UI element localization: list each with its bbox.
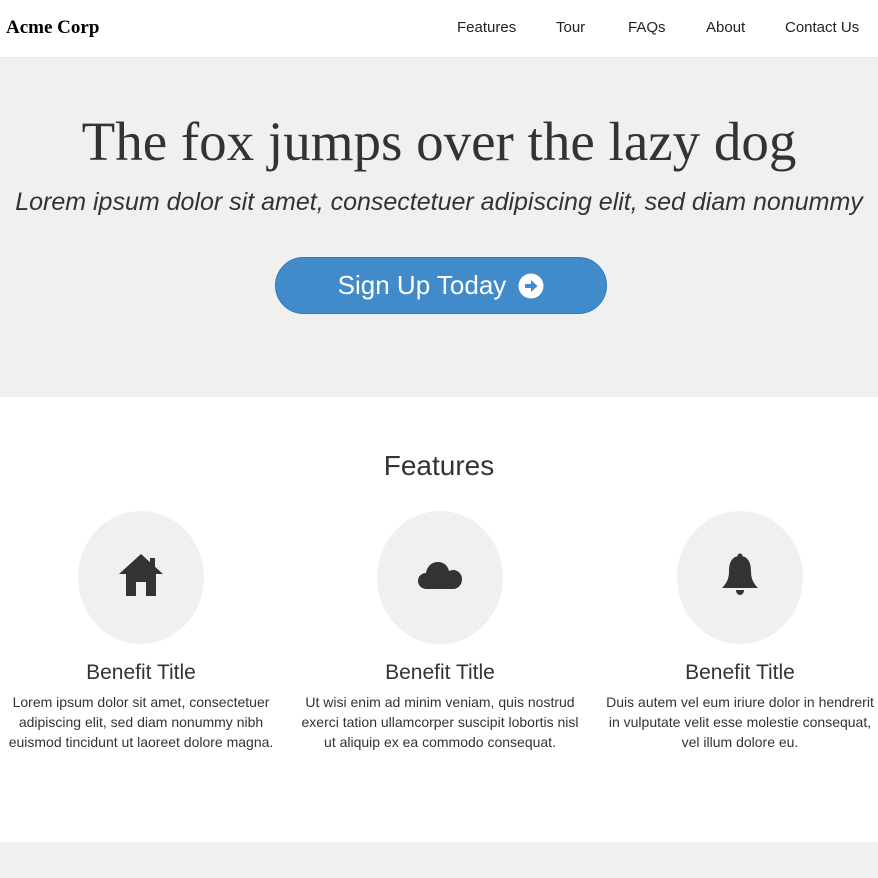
hero-title: The fox jumps over the lazy dog — [81, 111, 797, 172]
brand-logo-link[interactable]: Acme Corp — [6, 17, 99, 39]
hero-subtitle: Lorem ipsum dolor sit amet, consectetuer… — [15, 188, 863, 216]
feature-card-cloud: Benefit Title Ut wisi enim ad minim veni… — [295, 511, 585, 752]
features-heading: Features — [383, 450, 495, 481]
feature-card-home: Benefit Title Lorem ipsum dolor sit amet… — [0, 511, 286, 752]
home-icon — [117, 552, 165, 603]
nav-link-tour[interactable]: Tour — [556, 19, 585, 36]
nav-link-features[interactable]: Features — [457, 19, 516, 36]
top-navbar: Acme Corp Features Tour FAQs About Conta… — [0, 0, 878, 58]
nav-link-contact-us[interactable]: Contact Us — [785, 19, 859, 36]
feature-text: Duis autem vel eum iriure dolor in hendr… — [606, 694, 874, 750]
feature-title: Benefit Title — [86, 661, 196, 684]
bell-icon — [720, 552, 760, 603]
feature-card-bell: Benefit Title Duis autem vel eum iriure … — [595, 511, 878, 752]
nav-link-about[interactable]: About — [706, 19, 745, 36]
sign-up-button-label: Sign Up Today — [337, 270, 507, 300]
arrow-circle-right-icon — [518, 273, 544, 299]
feature-title: Benefit Title — [385, 661, 495, 684]
feature-text: Lorem ipsum dolor sit amet, consectetuer… — [8, 694, 274, 750]
next-section-band — [0, 842, 878, 878]
nav-link-faqs[interactable]: FAQs — [628, 19, 666, 36]
cloud-icon — [417, 560, 463, 595]
hero-section: The fox jumps over the lazy dog Lorem ip… — [0, 58, 878, 397]
feature-icon-circle — [78, 511, 204, 644]
feature-icon-circle — [377, 511, 503, 644]
feature-title: Benefit Title — [685, 661, 795, 684]
feature-text: Ut wisi enim ad minim veniam, quis nostr… — [301, 694, 579, 750]
sign-up-button[interactable]: Sign Up Today — [275, 257, 607, 314]
feature-icon-circle — [677, 511, 803, 644]
